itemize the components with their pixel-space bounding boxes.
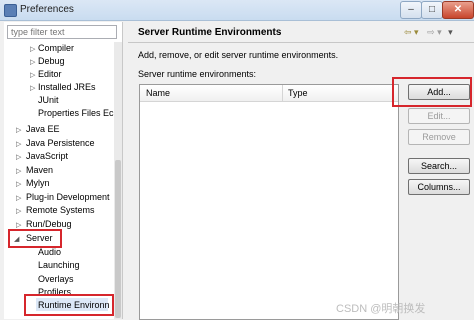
tree-item-javascript[interactable]: JavaScript (26, 150, 68, 163)
expand-arrow-icon[interactable]: ▷ (16, 140, 21, 148)
title-bar: Preferences – □ ✕ (0, 0, 474, 21)
environments-label: Server runtime environments: (138, 69, 257, 79)
tree-item-plugin-development[interactable]: Plug-in Development (26, 191, 110, 204)
tree-item-remote-systems[interactable]: Remote Systems (26, 204, 95, 217)
filter-input[interactable] (7, 25, 117, 39)
expand-arrow-icon[interactable]: ▷ (16, 153, 21, 161)
runtime-annotation-box (24, 294, 114, 316)
watermark: CSDN @明朝换发 (336, 303, 426, 315)
page-description: Add, remove, or edit server runtime envi… (138, 50, 339, 60)
expand-arrow-icon[interactable]: ▷ (16, 180, 21, 188)
column-header-name[interactable]: Name (146, 88, 170, 98)
column-header-type[interactable]: Type (288, 88, 308, 98)
preference-page: Server Runtime Environments ⇦ ▾ ⇨ ▾ ▾ Ad… (128, 22, 474, 320)
expand-arrow-icon[interactable]: ▷ (16, 207, 21, 215)
expand-arrow-icon[interactable]: ▷ (30, 84, 35, 92)
expand-arrow-icon[interactable]: ▷ (16, 194, 21, 202)
view-menu-icon[interactable]: ▾ (448, 27, 453, 37)
tree-item-mylyn[interactable]: Mylyn (26, 177, 50, 190)
close-button[interactable]: ✕ (442, 1, 474, 19)
nav-buttons: ⇦ ▾ ⇨ ▾ ▾ (404, 27, 453, 38)
forward-arrow-icon[interactable]: ⇨ ▾ (427, 27, 442, 37)
tree-item-junit[interactable]: JUnit (38, 94, 59, 107)
tree-item-launching[interactable]: Launching (38, 259, 80, 272)
runtime-environments-table[interactable]: Name Type (139, 84, 399, 320)
server-annotation-box (8, 229, 62, 248)
preference-tree-pane: ▷ Compiler ▷ Debug ▷ Editor ▷ Installed … (4, 22, 123, 319)
tree-item-overlays[interactable]: Overlays (38, 273, 74, 286)
expand-arrow-icon[interactable]: ▷ (30, 45, 35, 53)
tree-item-java-persistence[interactable]: Java Persistence (26, 137, 95, 150)
tree-item-editor[interactable]: Editor (38, 68, 62, 81)
column-separator[interactable] (282, 85, 283, 101)
table-header: Name Type (140, 85, 398, 102)
back-arrow-icon[interactable]: ⇦ ▾ (404, 27, 419, 37)
tree-item-maven[interactable]: Maven (26, 164, 53, 177)
expand-arrow-icon[interactable]: ▷ (16, 126, 21, 134)
edit-button[interactable]: Edit... (408, 108, 470, 124)
expand-arrow-icon[interactable]: ▷ (30, 58, 35, 66)
tree-item-installed-jres[interactable]: Installed JREs (38, 81, 96, 94)
maximize-button[interactable]: □ (421, 1, 443, 19)
tree-scrollbar[interactable] (114, 42, 122, 319)
tree-item-debug[interactable]: Debug (38, 55, 65, 68)
header-divider (128, 42, 474, 43)
expand-arrow-icon[interactable]: ▷ (16, 167, 21, 175)
tree-item-properties-files-editor[interactable]: Properties Files Ec (38, 107, 114, 120)
expand-arrow-icon[interactable]: ▷ (16, 221, 21, 229)
add-annotation-box (392, 77, 472, 107)
expand-arrow-icon[interactable]: ▷ (30, 71, 35, 79)
tree-item-java-ee[interactable]: Java EE (26, 123, 60, 136)
remove-button[interactable]: Remove (408, 129, 470, 145)
scrollbar-thumb[interactable] (115, 160, 121, 318)
columns-button[interactable]: Columns... (408, 179, 470, 195)
window-title: Preferences (20, 4, 74, 15)
preferences-app-icon (4, 4, 17, 17)
search-button[interactable]: Search... (408, 158, 470, 174)
page-title: Server Runtime Environments (138, 27, 282, 38)
minimize-button[interactable]: – (400, 1, 422, 19)
tree-item-compiler[interactable]: Compiler (38, 42, 74, 55)
